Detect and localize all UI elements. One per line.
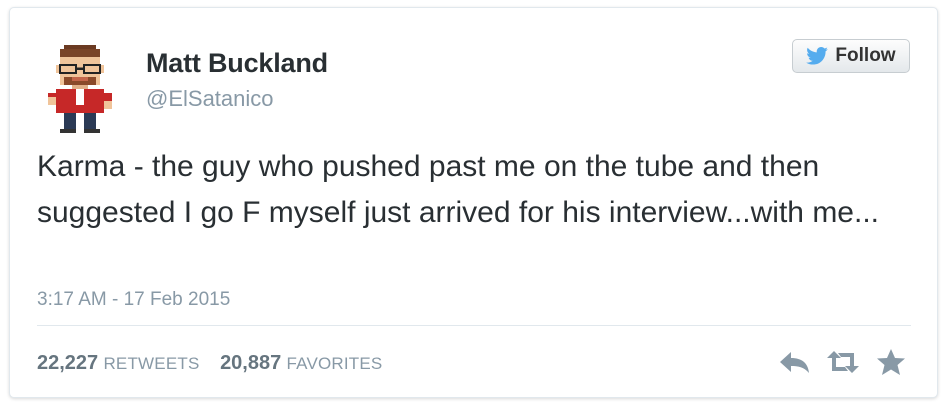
tweet-card: Matt Buckland @ElSatanico Follow Karma -… <box>9 7 938 398</box>
tweet-actions <box>778 348 908 376</box>
retweets-count: 22,227 <box>37 352 99 374</box>
favorite-icon[interactable] <box>874 348 908 376</box>
reply-icon[interactable] <box>778 348 812 376</box>
tweet-timestamp[interactable]: 3:17 AM - 17 Feb 2015 <box>37 289 230 311</box>
twitter-bird-icon <box>806 47 829 65</box>
retweets-label: RETWEETS <box>103 354 200 373</box>
user-display-name[interactable]: Matt Buckland <box>146 48 328 79</box>
avatar-pixel-art-icon <box>48 45 112 133</box>
favorites-stat[interactable]: 20,887 FAVORITES <box>220 352 383 374</box>
follow-button[interactable]: Follow <box>792 39 910 73</box>
favorites-label: FAVORITES <box>286 354 383 373</box>
retweets-stat[interactable]: 22,227 RETWEETS <box>37 352 205 374</box>
favorites-count: 20,887 <box>220 352 282 374</box>
retweet-icon[interactable] <box>826 348 860 376</box>
avatar[interactable] <box>48 44 112 134</box>
tweet-text: Karma - the guy who pushed past me on th… <box>37 150 879 229</box>
follow-button-label: Follow <box>835 45 896 66</box>
user-handle[interactable]: @ElSatanico <box>146 86 274 112</box>
tweet-stats: 22,227 RETWEETS 20,887 FAVORITES <box>37 352 382 375</box>
divider <box>37 325 911 326</box>
